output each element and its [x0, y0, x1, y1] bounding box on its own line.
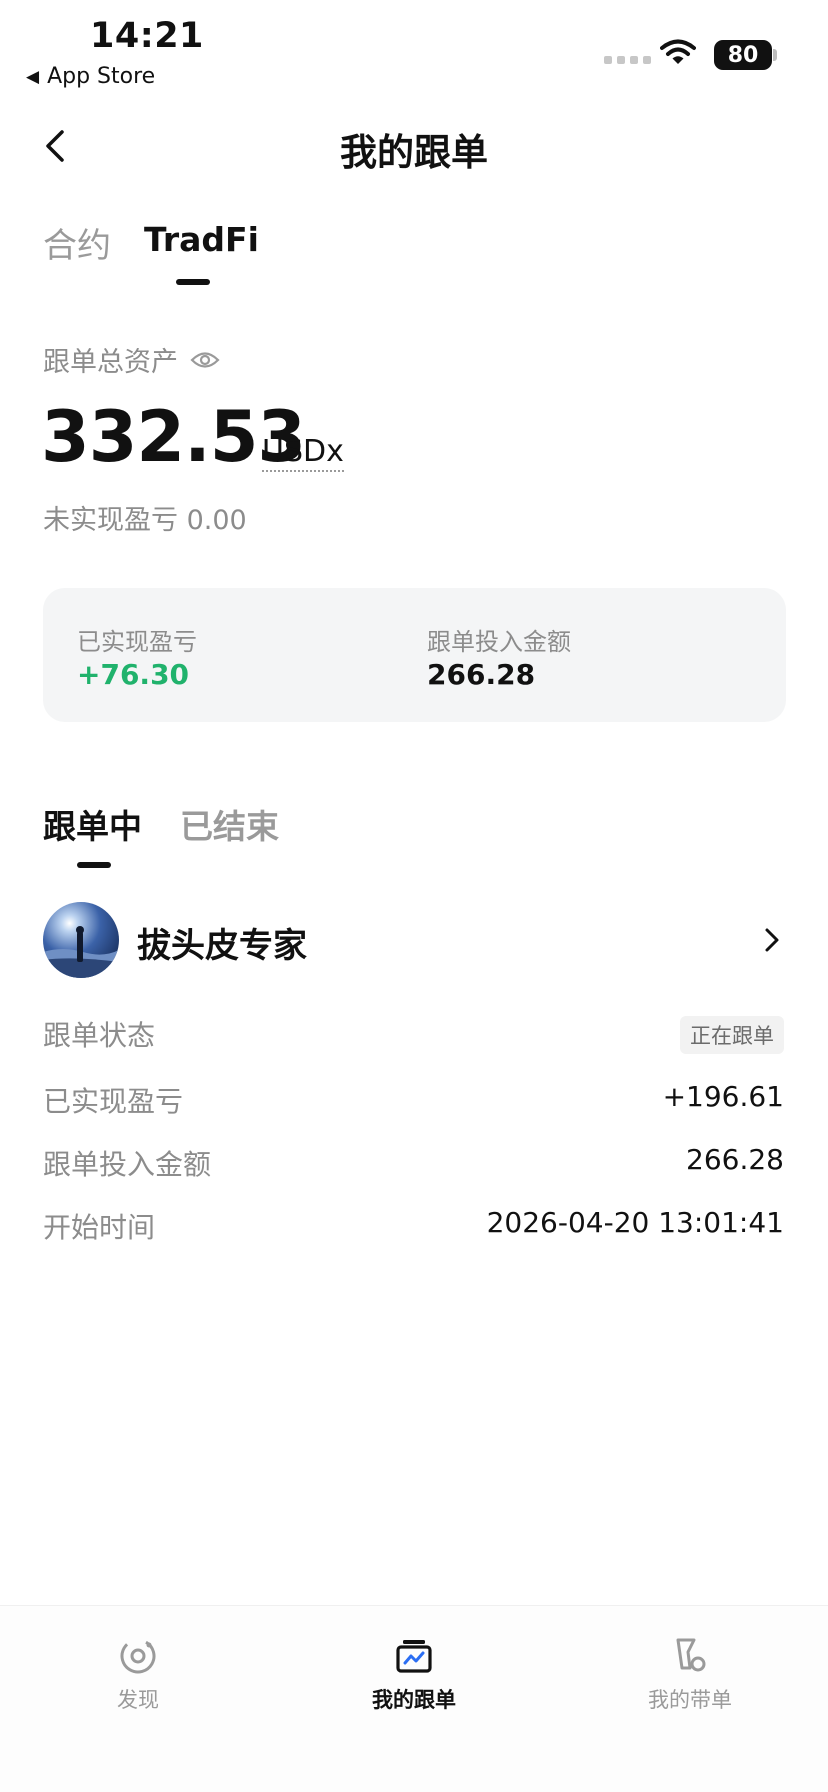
my-lead-icon — [676, 1638, 706, 1672]
trader-realized-pnl-label: 已实现盈亏 — [43, 1085, 184, 1118]
start-time-value: 2026-04-20 13:01:41 — [486, 1206, 784, 1239]
tabbar-my-copy[interactable]: 我的跟单 — [334, 1636, 494, 1714]
trader-realized-pnl-value: +196.61 — [662, 1080, 784, 1113]
tab-ended[interactable]: 已结束 — [180, 800, 279, 848]
copy-status-label: 跟单状态 — [43, 1019, 156, 1052]
total-assets-header: 跟单总资产 — [43, 340, 220, 379]
back-triangle-icon: ◀ — [26, 66, 40, 87]
back-to-app-store[interactable]: ◀ App Store — [26, 64, 155, 89]
tabbar-discover[interactable]: 发现 — [58, 1636, 218, 1714]
eye-icon[interactable] — [190, 349, 220, 371]
realized-pnl-label: 已实现盈亏 — [77, 628, 197, 656]
realized-pnl-value: +76.30 — [77, 658, 190, 691]
total-assets-label: 跟单总资产 — [43, 347, 178, 378]
currency-unit[interactable]: USDx — [262, 434, 344, 472]
battery-nub — [773, 49, 777, 61]
trader-avatar[interactable] — [43, 902, 119, 978]
chevron-right-icon[interactable] — [762, 926, 782, 954]
invested-amount-label: 跟单投入金额 — [427, 628, 571, 656]
unrealized-pnl: 未实现盈亏 0.00 — [43, 505, 247, 536]
tab-contract[interactable]: 合约 — [43, 218, 111, 267]
trader-name[interactable]: 拔头皮专家 — [137, 918, 307, 967]
bottom-tab-bar: 发现 我的跟单 我的带单 — [0, 1605, 828, 1792]
status-badge: 正在跟单 — [680, 1016, 784, 1054]
tab-following[interactable]: 跟单中 — [43, 800, 142, 848]
back-app-label: App Store — [47, 64, 156, 89]
trader-invested-label: 跟单投入金额 — [43, 1148, 212, 1181]
battery-icon: 80 — [714, 40, 772, 70]
tabbar-my-lead[interactable]: 我的带单 — [610, 1636, 770, 1714]
page-title: 我的跟单 — [340, 131, 488, 174]
status-time: 14:21 — [90, 16, 204, 56]
follow-tab-indicator — [77, 862, 111, 868]
trader-invested-value: 266.28 — [686, 1143, 784, 1176]
pnl-summary-card: 已实现盈亏 +76.30 跟单投入金额 266.28 — [43, 588, 786, 722]
tab-tradfi[interactable]: TradFi — [144, 220, 259, 259]
tabbar-discover-label: 发现 — [117, 1688, 159, 1712]
tabbar-my-lead-label: 我的带单 — [648, 1688, 732, 1712]
battery-level: 80 — [727, 42, 759, 68]
cellular-signal-icon — [604, 56, 651, 64]
tab-active-indicator — [176, 279, 210, 285]
wifi-icon — [660, 39, 696, 64]
my-copy-icon — [396, 1640, 432, 1673]
start-time-label: 开始时间 — [43, 1211, 156, 1244]
discover-icon — [120, 1638, 156, 1674]
tabbar-my-copy-label: 我的跟单 — [372, 1688, 456, 1712]
invested-amount-value: 266.28 — [427, 658, 536, 691]
